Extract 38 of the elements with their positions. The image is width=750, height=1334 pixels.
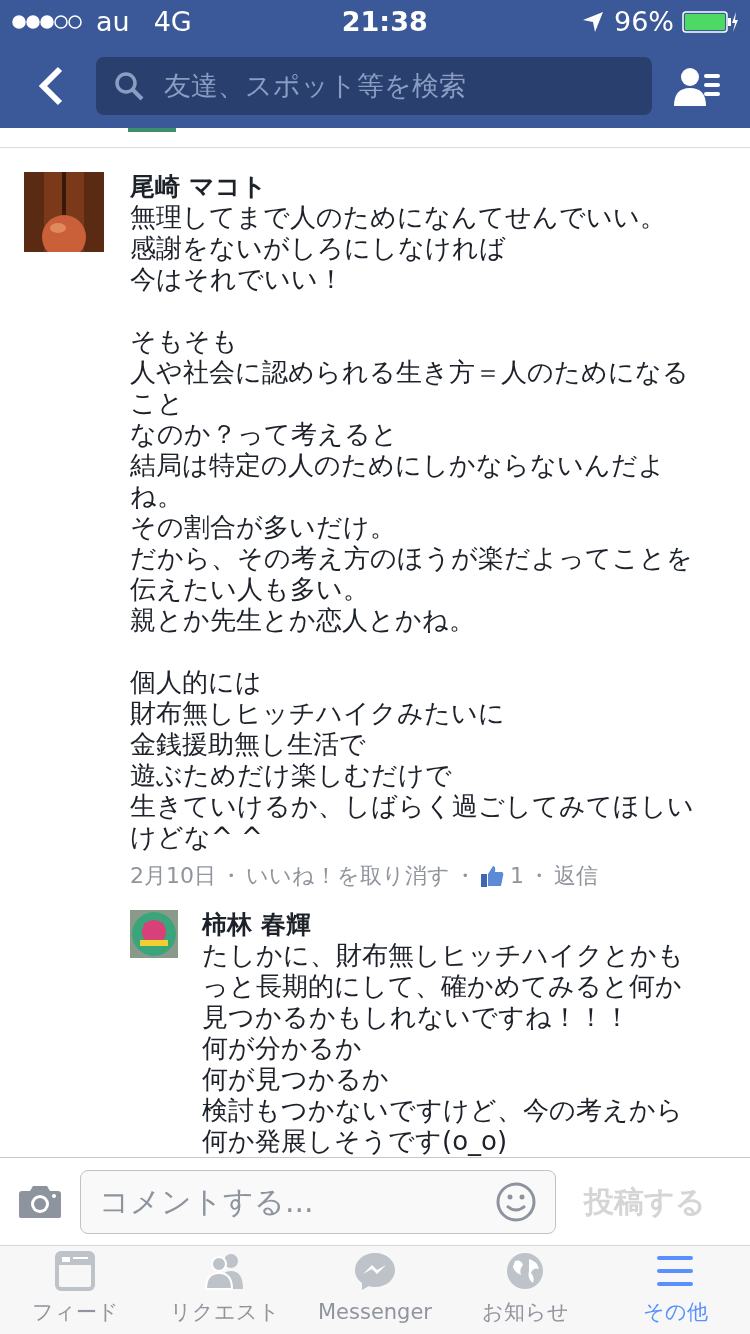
camera-button[interactable]	[18, 1184, 62, 1219]
tab[interactable]: リクエスト	[150, 1246, 300, 1334]
comment-field[interactable]: コメントする...	[80, 1169, 556, 1234]
comment-text: 無理してまで人のためになんてせんでいい。 感謝をないがしろにしなければ 今はそれでいい！	[130, 202, 667, 295]
separator-dot: ・	[453, 862, 477, 890]
like-count: 1	[510, 862, 524, 890]
feed-icon	[53, 1250, 97, 1291]
search-icon	[114, 71, 144, 101]
location-icon	[582, 11, 604, 33]
comment-date: 2月10日	[130, 862, 216, 890]
comment-text: たしかに、財布無しヒッチハイクとかも っと長期的にして、確かめてみると何か 見つかるかもしれないですね！！！ 何が分かるか 何が見つかるか 検討もつかないですけど、今の考えから 何か発展しそうです(o_o)	[202, 940, 684, 1157]
unlike-link[interactable]: いいね！を取り消す	[246, 859, 450, 892]
signal-icon	[12, 14, 82, 30]
comment-text: そもそも 人や社会に認められる生き方＝人のためになる こと なのか？って考えると 結局は特定の人のためにしかならないんだよ ね。 その割合が多いだけ。 だから、その考え方のほうが楽だよってことを 伝えたい人も多い。 親とか先生とか恋人とかね。	[130, 326, 694, 636]
carrier-label: au	[96, 4, 130, 39]
battery-icon	[682, 11, 738, 33]
author-name[interactable]: 柿林 春輝	[202, 910, 684, 940]
tab[interactable]: お知らせ	[450, 1246, 600, 1334]
separator-dot: ・	[527, 862, 551, 890]
tab[interactable]: Messenger	[300, 1246, 450, 1334]
network-label: 4G	[153, 4, 192, 39]
tab[interactable]: フィード	[0, 1246, 150, 1334]
smiley-icon	[495, 1180, 537, 1223]
camera-icon	[18, 1184, 62, 1219]
person-list-icon	[674, 66, 722, 106]
comment-input[interactable]: コメントする...	[99, 1179, 495, 1224]
comment-text: 個人的には 財布無しヒッチハイクみたいに 金銭援助無し生活で 遊ぶためだけ楽しむだけで 生きていけるか、しばらく過ごしてみてほしい けどな^ ^	[130, 667, 694, 853]
thumbs-up-icon	[480, 863, 504, 888]
reply-link[interactable]: 返信	[554, 859, 598, 892]
back-icon	[38, 66, 64, 106]
separator-dot: ・	[219, 862, 243, 890]
search-field[interactable]: 友達、スポット等を検索	[96, 57, 652, 115]
search-input[interactable]: 友達、スポット等を検索	[164, 65, 634, 107]
tab[interactable]: その他	[600, 1246, 750, 1334]
author-name[interactable]: 尾崎 マコト	[130, 172, 694, 202]
messenger-icon	[353, 1250, 397, 1291]
time-label: 21:38	[341, 4, 428, 39]
battery-label: 96%	[614, 4, 674, 39]
